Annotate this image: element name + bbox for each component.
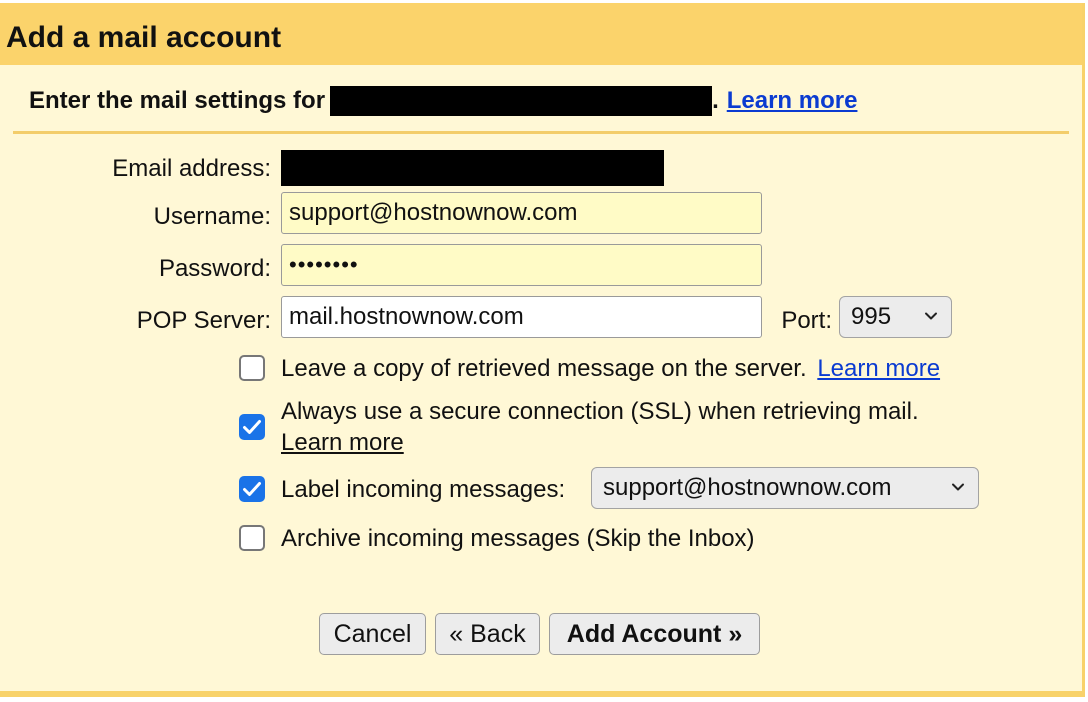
label-incoming-checkbox[interactable]: [239, 476, 265, 502]
archive-checkbox[interactable]: [239, 525, 265, 551]
add-mail-account-dialog: Add a mail account Enter the mail settin…: [0, 3, 1085, 697]
chevron-down-icon: [952, 483, 964, 491]
cancel-button[interactable]: Cancel: [319, 613, 426, 655]
redacted-email-value: [281, 150, 664, 186]
username-label: Username:: [153, 203, 271, 230]
port-select[interactable]: 995: [839, 296, 952, 338]
leave-copy-option: Leave a copy of retrieved message on the…: [281, 355, 940, 383]
email-address-label: Email address:: [112, 155, 271, 182]
subtitle-period: .: [712, 87, 719, 114]
back-button[interactable]: « Back: [435, 613, 540, 655]
label-select[interactable]: support@hostnownow.com: [591, 467, 979, 509]
label-select-value: support@hostnownow.com: [603, 474, 892, 501]
port-label: Port:: [781, 307, 832, 334]
password-input[interactable]: ••••••••: [281, 244, 762, 286]
leave-copy-label: Leave a copy of retrieved message on the…: [281, 355, 807, 382]
checkmark-icon: [243, 482, 261, 496]
ssl-label: Always use a secure connection (SSL) whe…: [281, 398, 919, 425]
password-label: Password:: [158, 255, 271, 282]
port-value: 995: [851, 303, 892, 330]
subtitle-text: Enter the mail settings for: [29, 87, 326, 114]
add-account-button[interactable]: Add Account »: [549, 613, 760, 655]
pop-server-label: POP Server:: [136, 307, 271, 334]
leave-copy-checkbox[interactable]: [239, 355, 265, 381]
label-incoming-label: Label incoming messages:: [281, 476, 566, 503]
dialog-title-bar: Add a mail account: [0, 3, 1082, 65]
checkmark-icon: [243, 420, 261, 434]
ssl-checkbox[interactable]: [239, 414, 265, 440]
settings-subtitle: Enter the mail settings for . Learn more: [29, 85, 857, 117]
archive-label: Archive incoming messages (Skip the Inbo…: [281, 525, 755, 552]
chevron-down-icon: [925, 312, 937, 320]
pop-server-input[interactable]: [281, 296, 762, 338]
redacted-email-block: [330, 86, 713, 116]
divider: [13, 131, 1069, 134]
learn-more-link[interactable]: Learn more: [727, 87, 858, 115]
dialog-title: Add a mail account: [6, 21, 282, 54]
username-input[interactable]: [281, 192, 762, 234]
ssl-learn-more-link[interactable]: Learn more: [281, 429, 404, 457]
leave-copy-learn-more-link[interactable]: Learn more: [817, 355, 940, 382]
